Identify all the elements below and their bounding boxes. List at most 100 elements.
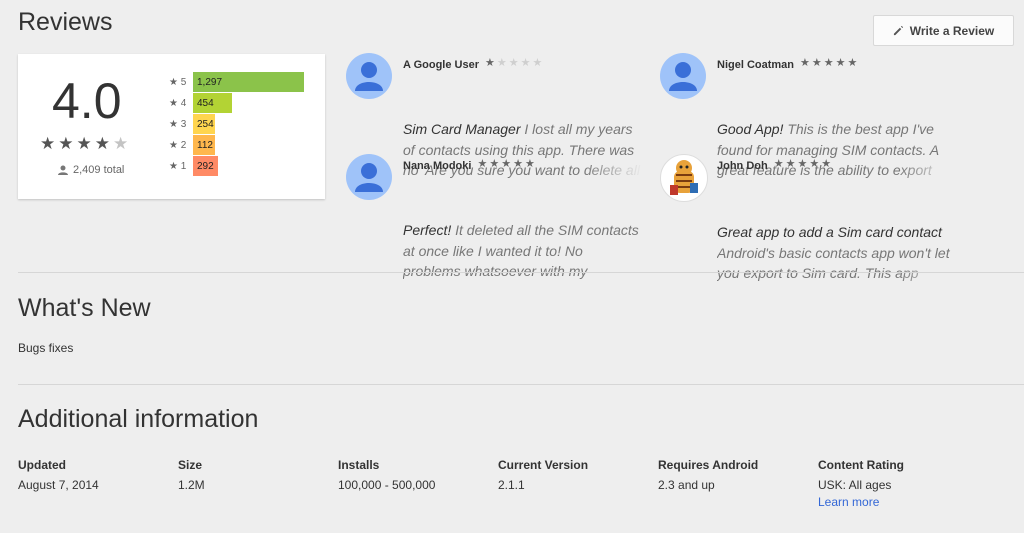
histogram-star-label: ★ 3 [169,119,193,130]
review-header: Nigel Coatman ★ ★ ★ ★ ★ [717,55,859,73]
histogram-star-number: 3 [180,118,187,130]
histogram-row: ★ 3 254 [169,114,215,134]
histogram-bar: 112 [193,135,215,155]
histogram-star-number: 1 [180,160,187,172]
section-divider [18,384,1024,385]
review-header: Nana Modoki ★ ★ ★ ★ ★ [403,156,537,174]
review-header: A Google User ★ ★ ★ ★ ★ [403,55,544,73]
star-icon: ★ [169,160,181,172]
histogram-bar: 454 [193,93,232,113]
star-filled-icon: ★ [40,134,56,153]
star-filled-icon: ★ [94,134,110,153]
total-ratings-label: 2,409 total [73,164,125,176]
star-filled-icon: ★ [501,158,512,171]
star-filled-icon: ★ [785,158,796,171]
info-label: Updated [18,458,66,472]
star-filled-icon: ★ [811,57,822,70]
learn-more-link[interactable]: Learn more [818,495,904,509]
star-filled-icon: ★ [809,158,820,171]
review-author: Nigel Coatman [717,59,795,71]
star-empty-icon: ★ [113,134,129,153]
info-item: Requires Android 2.3 and up [658,458,758,492]
average-score: 4.0 [52,73,122,129]
write-review-button[interactable]: Write a Review [873,15,1014,46]
info-value: 2.1.1 [498,478,525,492]
star-filled-icon: ★ [513,158,523,171]
review-header: John Doh ★ ★ ★ ★ ★ [717,156,833,174]
avatar[interactable] [660,53,706,99]
info-item: Current Version 2.1.1 [498,458,588,492]
star-filled-icon: ★ [835,57,846,70]
info-value: 1.2M [178,478,205,492]
person-icon [58,165,68,175]
star-empty-icon: ★ [520,57,531,70]
star-icon: ★ [169,139,181,151]
star-empty-icon: ★ [496,57,507,70]
additional-info-title: Additional information [18,405,259,433]
star-icon: ★ [169,118,181,130]
histogram-row: ★ 2 112 [169,135,215,155]
histogram-bar: 254 [193,114,215,134]
review-author: A Google User [403,59,479,71]
info-item: Updated August 7, 2014 [18,458,99,492]
histogram-row: ★ 4 454 [169,93,232,113]
star-filled-icon: ★ [477,158,488,171]
review-item: Nana Modoki ★ ★ ★ ★ ★ Perfect! It deleted all … [346,154,646,282]
whats-new-title: What's New [18,294,151,322]
star-filled-icon: ★ [823,57,834,70]
star-filled-icon: ★ [800,57,810,70]
star-icon: ★ [169,97,181,109]
histogram-bar: 292 [193,156,218,176]
star-filled-icon: ★ [489,158,500,171]
star-filled-icon: ★ [821,158,832,171]
histogram-star-number: 4 [180,97,187,109]
star-filled-icon: ★ [76,134,92,153]
rating-summary-card: 4.0 ★ ★ ★ ★ ★ 2,409 total ★ 5 1,297 ★ 4 454 ★ 32… [18,54,325,199]
star-empty-icon: ★ [508,57,519,70]
histogram-star-label: ★ 1 [169,161,193,172]
avatar[interactable] [660,154,708,202]
review-author: Nana Modoki [403,160,472,172]
histogram-star-label: ★ 2 [169,140,193,151]
pencil-icon [893,25,904,36]
star-filled-icon: ★ [797,158,808,171]
review-title: Great app to add a Sim card contact [717,224,942,240]
review-body: Android's basic contacts app won't let y… [717,244,950,282]
whats-new-text: Bugs fixes [18,341,74,355]
review-text[interactable]: Great app to add a Sim card contact Andr… [717,222,957,284]
histogram-row: ★ 1 292 [169,156,218,176]
histogram-bar: 1,297 [193,72,304,92]
star-filled-icon: ★ [524,158,535,171]
review-stars: ★ ★ ★ ★ ★ [774,159,833,170]
histogram-row: ★ 5 1,297 [169,72,304,92]
info-value: USK: All ages [818,478,892,492]
total-ratings: 2,409 total [58,164,124,176]
histogram-star-number: 5 [180,76,187,88]
review-title: Perfect! [403,222,452,238]
star-filled-icon: ★ [847,57,858,70]
info-label: Content Rating [818,458,904,472]
info-label: Current Version [498,458,589,472]
review-item: John Doh ★ ★ ★ ★ ★ Great app to add a Sim card… [660,154,960,284]
avatar[interactable] [346,154,392,200]
review-item: A Google User ★ ★ ★ ★ ★ Sim Card Manager I los… [346,53,646,181]
review-item: Nigel Coatman ★ ★ ★ ★ ★ Good App! This is the … [660,53,960,181]
star-filled-icon: ★ [58,134,74,153]
review-stars: ★ ★ ★ ★ ★ [477,159,536,170]
star-filled-icon: ★ [485,57,495,70]
review-title: Good App! [717,121,784,137]
info-value: 100,000 - 500,000 [338,478,436,492]
avatar[interactable] [346,53,392,99]
info-item: Size 1.2M [178,458,205,492]
info-value: 2.3 and up [658,478,715,492]
histogram-star-label: ★ 4 [169,98,193,109]
info-item: Content Rating USK: All ages Learn more [818,458,904,509]
review-title: Sim Card Manager [403,121,521,137]
star-icon: ★ [169,76,181,88]
info-label: Requires Android [658,458,759,472]
star-empty-icon: ★ [532,57,543,70]
reviews-title: Reviews [18,8,113,36]
average-stars: ★ ★ ★ ★ ★ [40,135,131,152]
info-label: Size [178,458,203,472]
review-author: John Doh [717,160,768,172]
